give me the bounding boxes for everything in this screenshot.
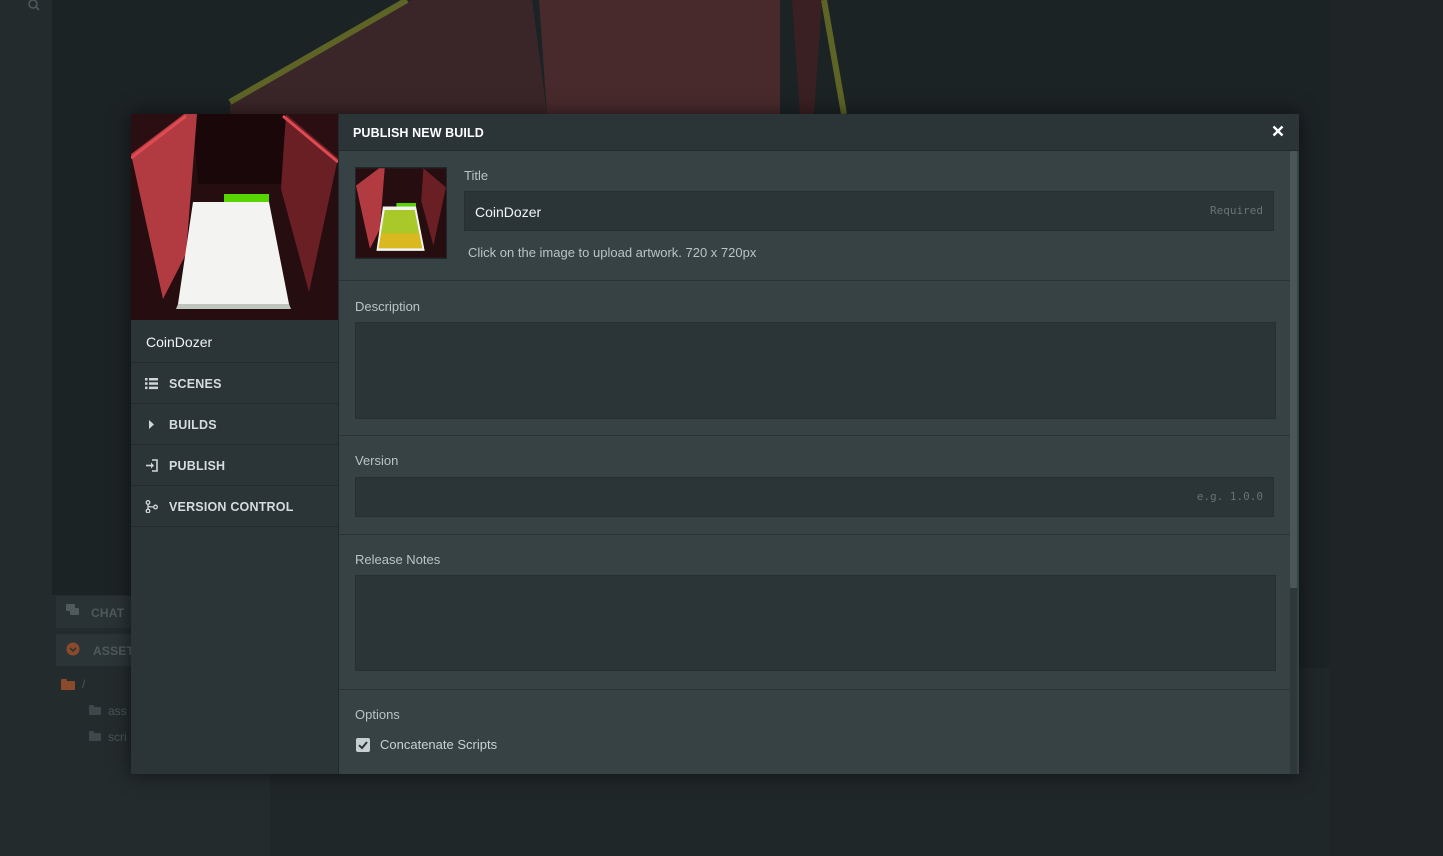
version-input[interactable]: e.g. 1.0.0 (355, 477, 1274, 517)
title-input-value: CoinDozer (475, 204, 542, 220)
chat-icon (66, 604, 79, 615)
version-section: Version e.g. 1.0.0 (339, 436, 1290, 535)
branch-icon (145, 500, 158, 513)
artwork-thumbnail-image (356, 168, 446, 258)
folder-icon (89, 705, 101, 715)
checkmark-icon (358, 741, 368, 750)
title-section: Title CoinDozer Required Click on the im… (339, 151, 1290, 281)
list-icon (145, 378, 158, 390)
nav-item-label: BUILDS (169, 418, 217, 432)
project-artwork[interactable]: (function(){ var svgNS="http://www.w3.or… (131, 114, 338, 320)
title-input[interactable]: CoinDozer Required (464, 191, 1274, 231)
dialog-title: PUBLISH NEW BUILD (353, 126, 484, 140)
nav-item-label: VERSION CONTROL (169, 500, 294, 514)
concatenate-scripts-label: Concatenate Scripts (380, 737, 498, 752)
project-name: CoinDozer (131, 320, 338, 363)
assets-tab-label: ASSET (93, 644, 135, 658)
scrollbar-thumb[interactable] (1290, 151, 1297, 588)
folder-icon (89, 731, 101, 741)
description-section: Description (339, 281, 1290, 436)
release-notes-textarea[interactable] (355, 575, 1276, 671)
release-notes-section: Release Notes (339, 535, 1290, 690)
release-notes-label: Release Notes (355, 552, 441, 567)
description-textarea[interactable] (355, 322, 1276, 419)
publish-icon (146, 459, 158, 472)
assets-icon (66, 642, 80, 656)
version-placeholder: e.g. 1.0.0 (1196, 490, 1263, 503)
artwork-upload-hint: Click on the image to upload artwork. 72… (468, 245, 757, 260)
chat-tab[interactable]: CHAT (56, 596, 136, 628)
nav-item-version-control[interactable]: VERSION CONTROL (131, 487, 338, 527)
search-icon[interactable] (27, 0, 41, 14)
editor-left-strip (0, 0, 52, 856)
nav-item-label: PUBLISH (169, 459, 226, 473)
folder-item[interactable]: scri (108, 730, 127, 744)
nav-item-builds[interactable]: BUILDS (131, 405, 338, 445)
assets-tab[interactable]: ASSET (56, 634, 136, 666)
options-label: Options (355, 707, 400, 722)
nav-item-publish[interactable]: PUBLISH (131, 446, 338, 486)
publish-dialog: (function(){ var svgNS="http://www.w3.or… (131, 114, 1299, 774)
dialog-header: PUBLISH NEW BUILD (339, 114, 1299, 151)
artwork-thumbnail[interactable] (355, 167, 447, 259)
close-icon[interactable] (1271, 124, 1285, 138)
concatenate-scripts-checkbox[interactable] (356, 738, 370, 752)
publish-form: PUBLISH NEW BUILD Title CoinDozer Requir… (339, 114, 1299, 774)
inspector-panel (1329, 0, 1443, 856)
chat-tab-label: CHAT (91, 606, 125, 620)
nav-item-label: SCENES (169, 377, 222, 391)
description-label: Description (355, 299, 421, 314)
version-label: Version (355, 453, 399, 468)
folder-icon (61, 679, 75, 690)
title-required-hint: Required (1210, 204, 1263, 217)
folder-item[interactable]: ass (108, 704, 127, 718)
dialog-scrollbar[interactable] (1290, 151, 1297, 774)
root-folder-label[interactable]: / (82, 677, 85, 691)
nav-item-scenes[interactable]: SCENES (131, 364, 338, 404)
caret-right-icon (149, 420, 154, 429)
title-label: Title (464, 168, 489, 183)
project-sidebar: (function(){ var svgNS="http://www.w3.or… (131, 114, 339, 774)
